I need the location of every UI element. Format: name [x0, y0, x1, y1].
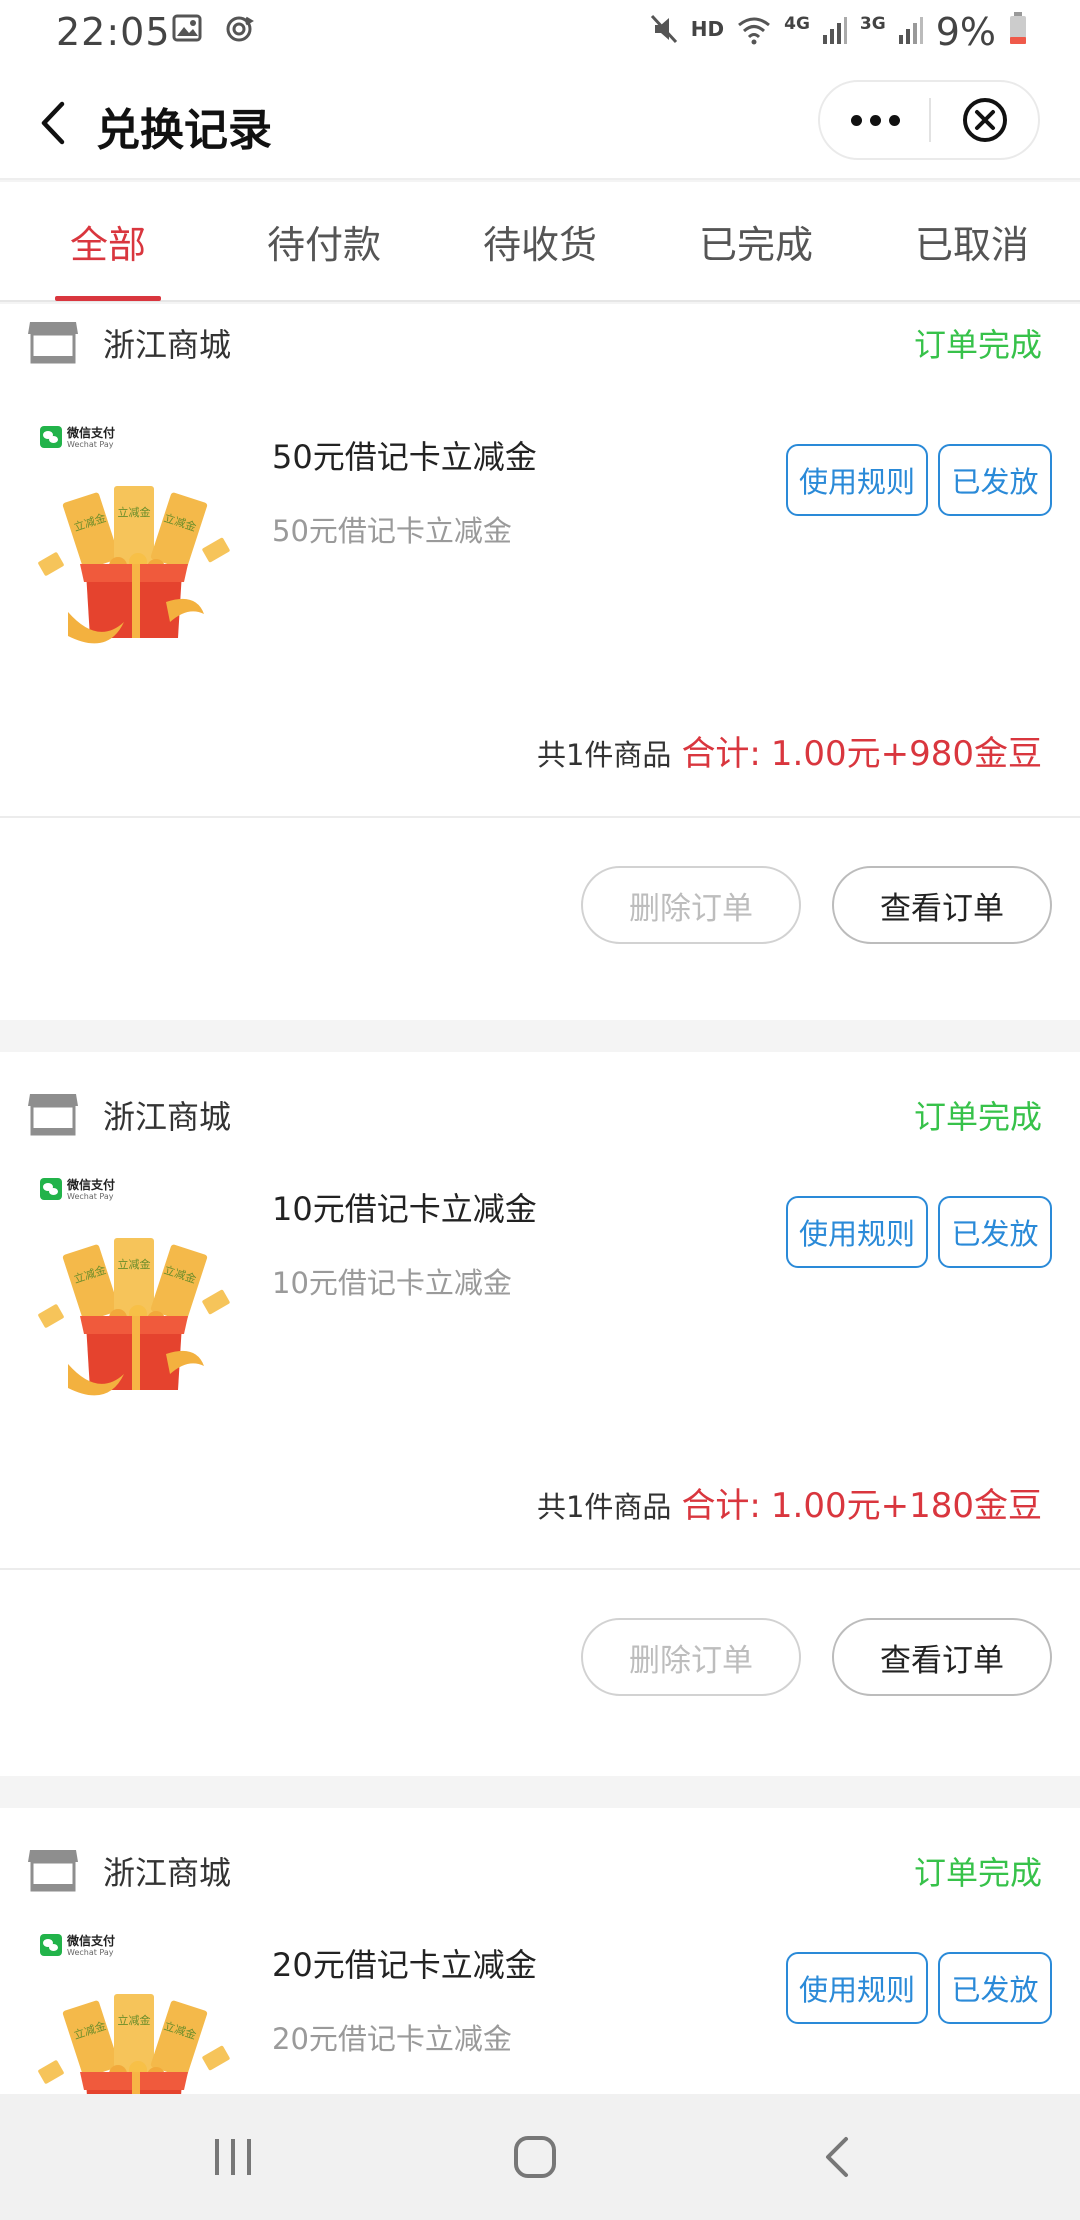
- usage-rules-button[interactable]: 使用规则: [786, 1952, 928, 2024]
- wechat-pay-badge: 微信支付 Wechat Pay: [40, 1178, 115, 1202]
- image-icon: [172, 14, 202, 48]
- product-image[interactable]: 微信支付 Wechat Pay 立减金 立减金 立减金: [28, 1162, 242, 1432]
- product-image[interactable]: 微信支付 Wechat Pay 立减金 立减金 立减金: [28, 410, 242, 680]
- order-card: 浙江商城 订单完成 微信支付 Wechat Pay 立减金 立减金 立减金: [0, 1808, 1080, 2188]
- signal-icon-2: [898, 10, 924, 54]
- wechat-pay-icon: [40, 1934, 62, 1956]
- nav-bar: 兑换记录: [0, 66, 1080, 180]
- product-subtitle: 50元借记卡立减金: [272, 514, 512, 548]
- total-label: 合计:: [681, 734, 761, 774]
- product-title[interactable]: 10元借记卡立减金: [272, 1184, 537, 1230]
- more-icon[interactable]: [820, 82, 930, 158]
- order-total: 共1件商品 合计: 1.00元+180金豆: [537, 1478, 1042, 1527]
- delete-order-button[interactable]: 删除订单: [581, 866, 801, 944]
- view-order-button[interactable]: 查看订单: [832, 866, 1052, 944]
- wechat-pay-icon: [40, 1178, 62, 1200]
- svg-text:立减金: 立减金: [118, 1257, 151, 1271]
- status-bar: 22:05 HD 4G 3G 9%: [0, 0, 1080, 66]
- issued-button[interactable]: 已发放: [938, 1952, 1052, 2024]
- home-icon[interactable]: [490, 2120, 580, 2194]
- item-count: 共1件商品: [536, 1490, 672, 1524]
- shop-name[interactable]: 浙江商城: [103, 320, 231, 366]
- back-nav-icon[interactable]: [792, 2120, 882, 2194]
- tab-all[interactable]: 全部: [0, 182, 216, 300]
- usage-rules-button[interactable]: 使用规则: [786, 1196, 928, 1268]
- tab-active-indicator: [55, 296, 161, 301]
- app-root: 22:05 HD 4G 3G 9% 兑换记录 全部 待付款 待收货 已完成 已取…: [0, 0, 1080, 2220]
- mini-program-capsule: [818, 80, 1040, 160]
- wechat-pay-badge: 微信支付 Wechat Pay: [40, 426, 115, 450]
- page-title: 兑换记录: [96, 105, 272, 156]
- shop-name[interactable]: 浙江商城: [103, 1848, 231, 1894]
- view-order-button[interactable]: 查看订单: [832, 1618, 1052, 1696]
- product-subtitle: 20元借记卡立减金: [272, 2022, 512, 2056]
- hd-indicator: HD: [690, 17, 725, 41]
- battery-icon: [1008, 10, 1028, 54]
- mute-icon: [649, 10, 679, 54]
- item-count: 共1件商品: [536, 738, 672, 772]
- sync-icon: [224, 14, 254, 48]
- order-tabs: 全部 待付款 待收货 已完成 已取消: [0, 182, 1080, 302]
- usage-rules-button[interactable]: 使用规则: [786, 444, 928, 516]
- shop-name[interactable]: 浙江商城: [103, 1092, 231, 1138]
- tab-completed[interactable]: 已完成: [648, 182, 864, 300]
- status-time: 22:05: [56, 10, 171, 54]
- order-status: 订单完成: [913, 1098, 1042, 1136]
- close-icon[interactable]: [932, 82, 1038, 158]
- gift-box-illustration: 立减金 立减金 立减金: [38, 1238, 230, 1396]
- svg-text:立减金: 立减金: [118, 2013, 151, 2027]
- tab-cancelled[interactable]: 已取消: [864, 182, 1080, 300]
- order-status: 订单完成: [913, 1854, 1042, 1892]
- signal-icon: [822, 10, 848, 54]
- network-4g: 4G: [784, 14, 810, 34]
- order-total: 共1件商品 合计: 1.00元+980金豆: [537, 726, 1042, 775]
- issued-button[interactable]: 已发放: [938, 1196, 1052, 1268]
- shop-icon: [26, 1088, 80, 1140]
- total-amount: 1.00元+180金豆: [770, 1486, 1042, 1526]
- network-3g: 3G: [859, 14, 886, 34]
- tab-pending-payment[interactable]: 待付款: [216, 182, 432, 300]
- shop-icon: [26, 316, 80, 368]
- issued-button[interactable]: 已发放: [938, 444, 1052, 516]
- total-amount: 1.00元+980金豆: [770, 734, 1042, 774]
- product-subtitle: 10元借记卡立减金: [272, 1266, 512, 1300]
- total-label: 合计:: [681, 1486, 761, 1526]
- back-icon[interactable]: [34, 96, 84, 150]
- order-card: 浙江商城 订单完成 微信支付 Wechat Pay 立减金 立减金 立减金: [0, 304, 1080, 1020]
- wechat-pay-badge: 微信支付 Wechat Pay: [40, 1934, 115, 1958]
- battery-percent: 9%: [935, 10, 996, 54]
- delete-order-button[interactable]: 删除订单: [581, 1618, 801, 1696]
- wechat-pay-icon: [40, 426, 62, 448]
- wifi-icon: [736, 10, 772, 54]
- product-title[interactable]: 50元借记卡立减金: [272, 432, 537, 478]
- shop-icon: [26, 1844, 80, 1896]
- order-card: 浙江商城 订单完成 微信支付 Wechat Pay 立减金 立减金 立减金: [0, 1052, 1080, 1776]
- gift-box-illustration: 立减金 立减金 立减金: [38, 486, 230, 644]
- recent-apps-icon[interactable]: [188, 2120, 278, 2194]
- product-title[interactable]: 20元借记卡立减金: [272, 1940, 537, 1986]
- order-status: 订单完成: [913, 326, 1042, 364]
- svg-text:立减金: 立减金: [118, 505, 151, 519]
- system-nav-bar: [0, 2094, 1080, 2220]
- tab-pending-receipt[interactable]: 待收货: [432, 182, 648, 300]
